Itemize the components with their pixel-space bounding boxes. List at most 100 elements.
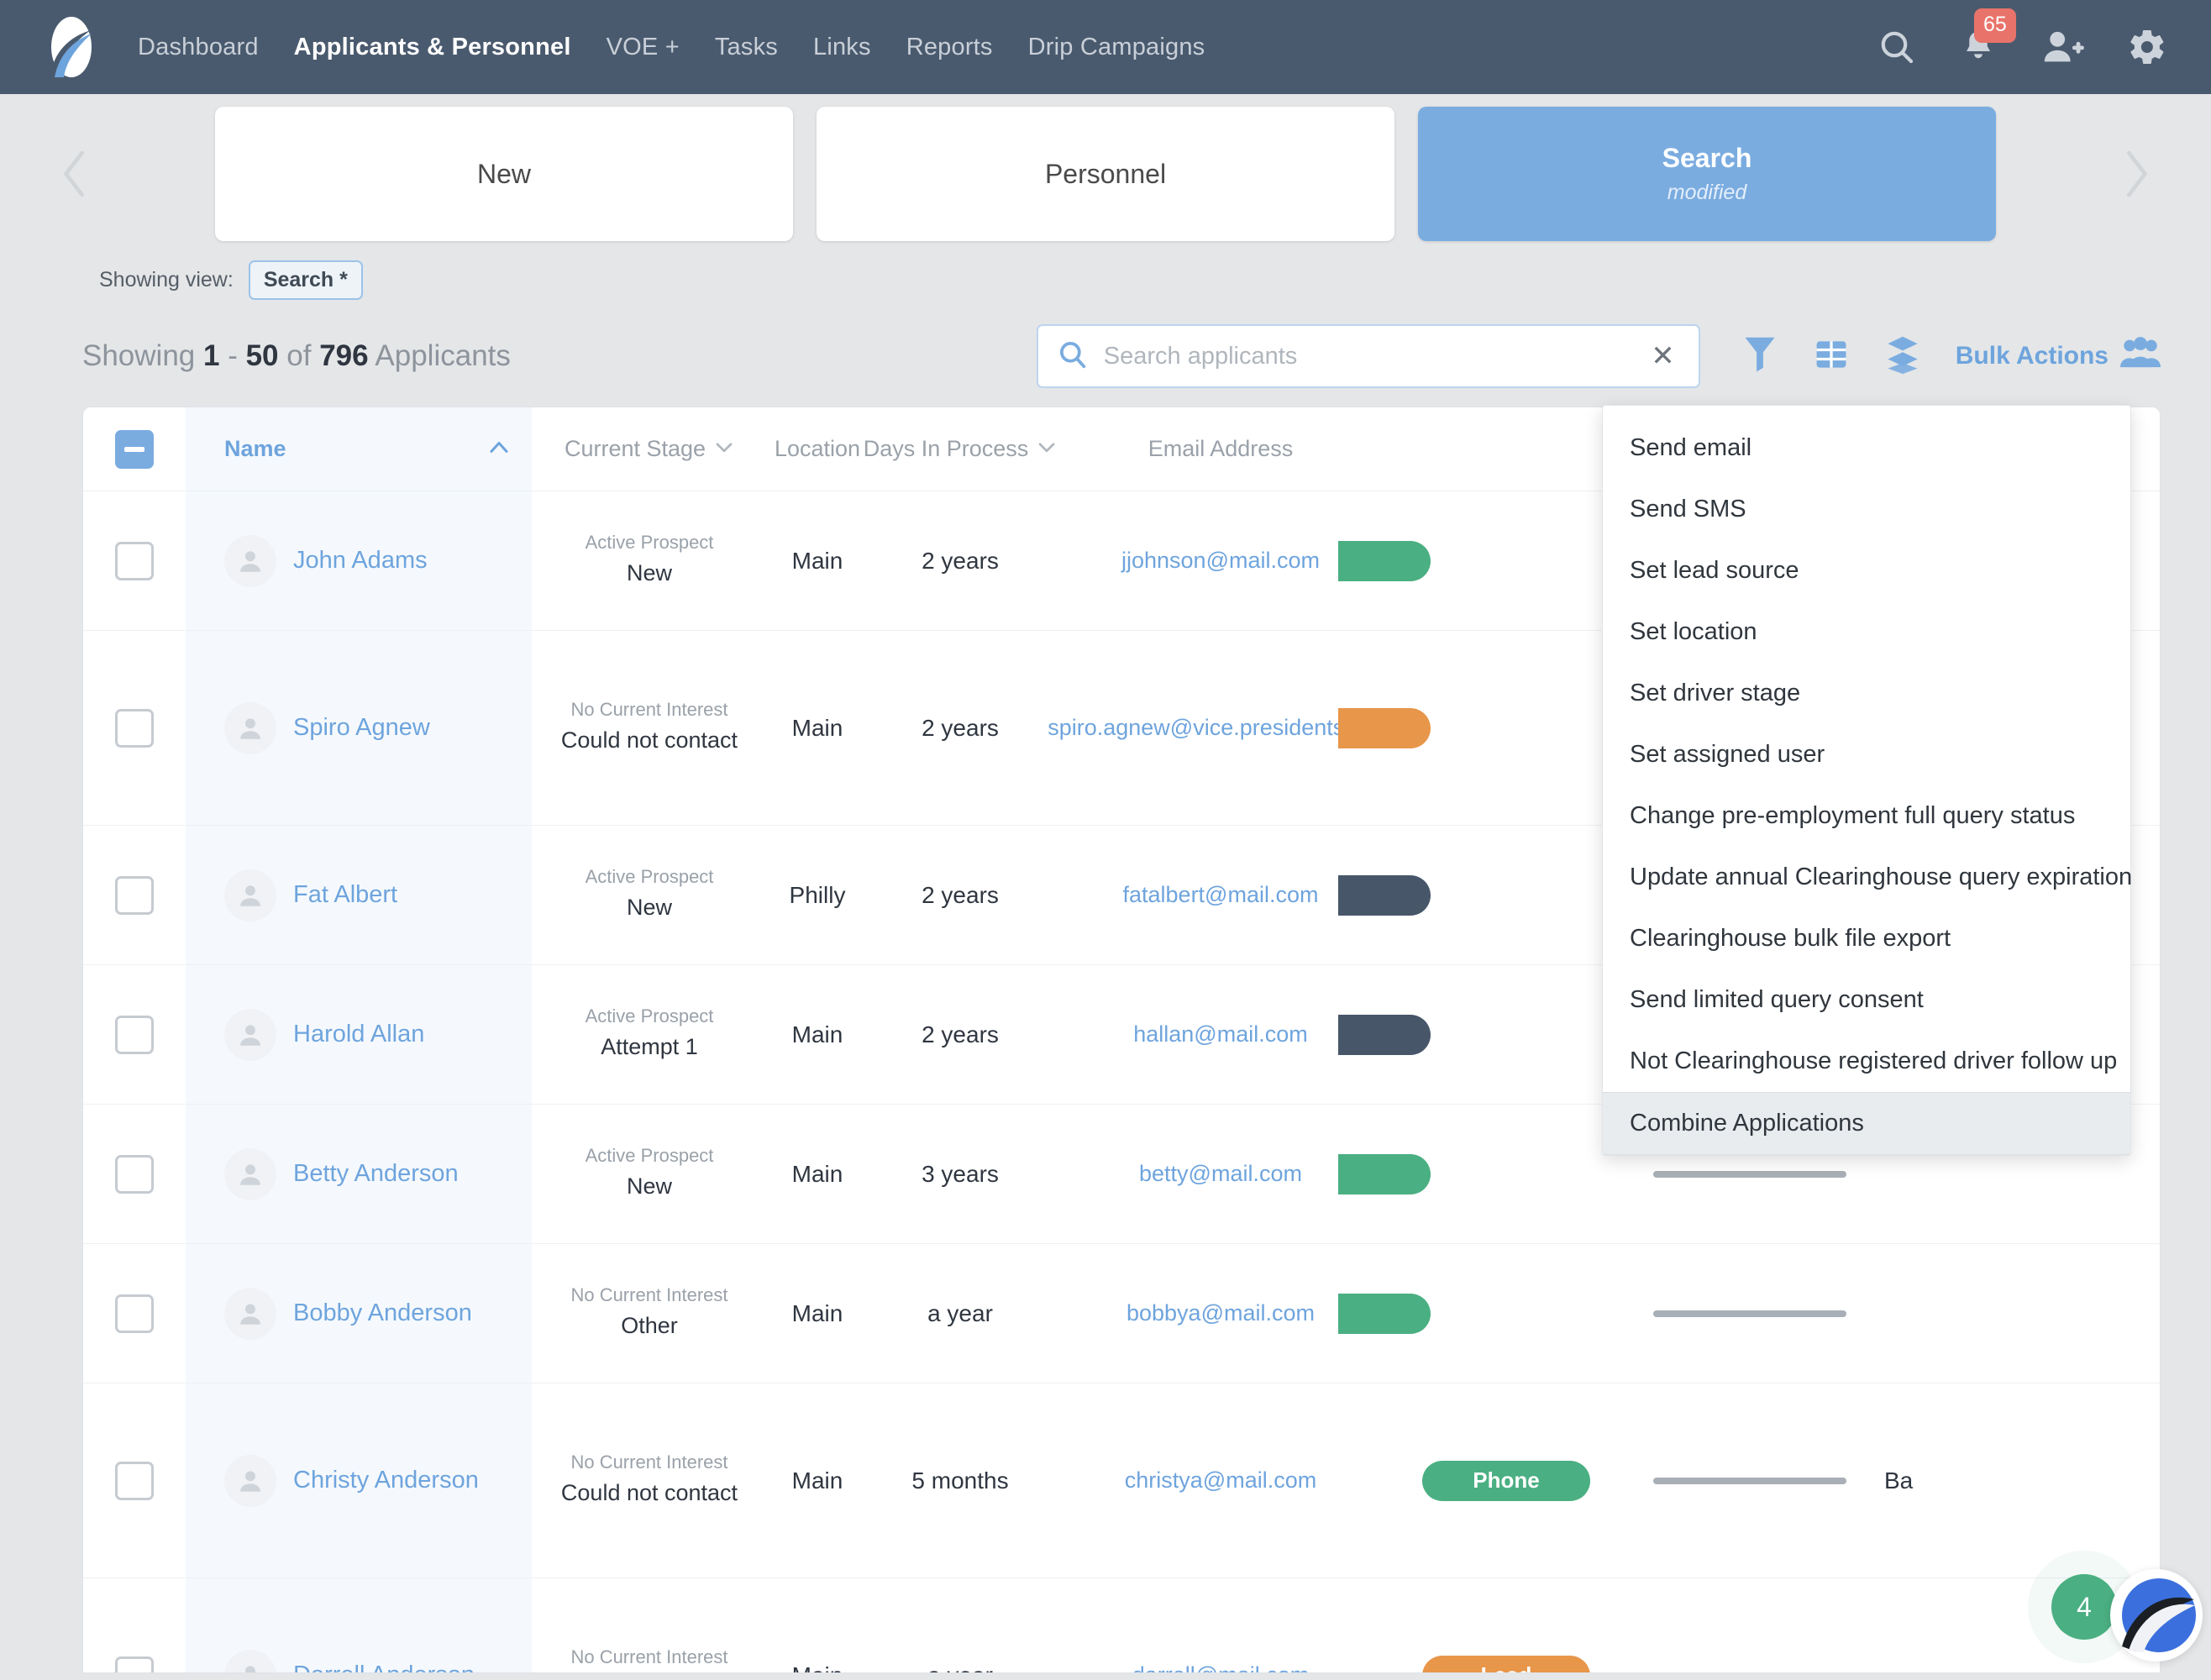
header-cell-current-stage[interactable]: Current Stage — [532, 407, 767, 491]
row-stage-cell: Active Prospect New — [532, 826, 767, 964]
row-checkbox[interactable] — [115, 708, 154, 748]
avatar — [224, 1008, 276, 1061]
of-word: of — [286, 339, 312, 372]
location-value: Main — [791, 714, 843, 741]
table-columns-icon[interactable] — [1813, 336, 1850, 377]
row-checkbox[interactable] — [115, 1154, 154, 1194]
results-count: Showing 1 - 50 of 796 Applicants — [82, 339, 511, 373]
row-select-cell — [83, 1578, 186, 1672]
clear-search-icon[interactable]: ✕ — [1646, 342, 1680, 370]
days-value: 3 years — [922, 1160, 999, 1187]
active-view-chip[interactable]: Search * — [248, 260, 363, 300]
top-navbar: Dashboard Applicants & Personnel VOE + T… — [0, 0, 2211, 94]
avatar — [224, 701, 276, 754]
menu-item-set-lead-source[interactable]: Set lead source — [1603, 540, 2130, 601]
tenstreet-logo-icon[interactable] — [44, 15, 99, 79]
search-input-icon — [1057, 339, 1089, 375]
applicant-name-link[interactable]: Betty Anderson — [293, 1160, 459, 1188]
row-name-cell: Darrell Anderson — [186, 1578, 532, 1672]
table-row[interactable]: Darrell Anderson No Current Interest Cou… — [83, 1578, 2160, 1672]
tab-search[interactable]: Search modified — [1418, 107, 1996, 241]
add-user-icon[interactable] — [2040, 27, 2085, 67]
row-select-cell — [83, 1383, 186, 1578]
table-row[interactable]: Bobby Anderson No Current Interest Other… — [83, 1244, 2160, 1383]
row-checkbox[interactable] — [115, 1294, 154, 1333]
menu-item-send-limited-query-consent[interactable]: Send limited query consent — [1603, 969, 2130, 1031]
row-checkbox[interactable] — [115, 1461, 154, 1500]
navbar-actions: 65 — [1877, 8, 2167, 67]
stage-value: New — [626, 560, 672, 586]
row-location-cell: Main — [767, 965, 868, 1104]
search-box[interactable]: ✕ — [1036, 324, 1700, 388]
email-link[interactable]: christya@mail.com — [1125, 1467, 1316, 1494]
header-cell-name[interactable]: Name — [186, 407, 532, 491]
bulk-actions-button[interactable]: Bulk Actions — [1956, 336, 2161, 376]
applicant-name-link[interactable]: Christy Anderson — [293, 1467, 479, 1494]
row-status-cell — [1338, 491, 1624, 630]
menu-item-set-driver-stage[interactable]: Set driver stage — [1603, 663, 2130, 724]
row-name-cell: John Adams — [186, 491, 532, 630]
filter-icon[interactable] — [1742, 334, 1778, 379]
row-checkbox[interactable] — [115, 541, 154, 580]
tab-personnel[interactable]: Personnel — [817, 107, 1394, 241]
row-name-cell: Bobby Anderson — [186, 1244, 532, 1383]
email-link[interactable]: jjohnson@mail.com — [1121, 548, 1320, 574]
applicant-name-link[interactable]: Bobby Anderson — [293, 1299, 472, 1327]
nav-link-dashboard[interactable]: Dashboard — [138, 34, 259, 61]
chat-widget[interactable]: 4 — [2035, 1541, 2203, 1675]
table-row[interactable]: Christy Anderson No Current Interest Cou… — [83, 1383, 2160, 1578]
nav-link-links[interactable]: Links — [813, 34, 871, 61]
applicant-name-link[interactable]: Spiro Agnew — [293, 714, 430, 742]
status-badge — [1338, 707, 1431, 748]
progress-bar — [1653, 1310, 1846, 1317]
email-link[interactable]: darrell@mail.com — [1132, 1662, 1309, 1672]
menu-item-send-sms[interactable]: Send SMS — [1603, 479, 2130, 540]
nav-link-reports[interactable]: Reports — [906, 34, 993, 61]
nav-link-voe[interactable]: VOE + — [607, 34, 680, 61]
header-label-location: Location — [774, 436, 861, 461]
email-link[interactable]: hallan@mail.com — [1133, 1021, 1307, 1047]
row-name-cell: Harold Allan — [186, 965, 532, 1104]
sort-asc-icon — [488, 439, 510, 459]
row-email-cell: darrell@mail.com — [1053, 1578, 1389, 1672]
menu-item-set-assigned-user[interactable]: Set assigned user — [1603, 724, 2130, 785]
row-checkbox[interactable] — [115, 1015, 154, 1054]
avatar — [224, 1649, 276, 1672]
header-cell-location[interactable]: Location — [767, 407, 868, 491]
menu-item-set-location[interactable]: Set location — [1603, 601, 2130, 663]
nav-link-tasks[interactable]: Tasks — [715, 34, 778, 61]
applicant-name-link[interactable]: Harold Allan — [293, 1021, 424, 1048]
search-input[interactable] — [1103, 342, 1631, 370]
menu-item-combine-applications[interactable]: Combine Applications — [1603, 1092, 2130, 1155]
select-all-checkbox[interactable] — [115, 429, 154, 469]
row-checkbox[interactable] — [115, 1656, 154, 1672]
menu-item-not-clearinghouse-registered-driver-follow-up[interactable]: Not Clearinghouse registered driver foll… — [1603, 1031, 2130, 1092]
applicant-name-link[interactable]: Darrell Anderson — [293, 1662, 475, 1672]
row-stage-cell: Active Prospect New — [532, 491, 767, 630]
search-icon[interactable] — [1877, 27, 1917, 67]
tab-new[interactable]: New — [215, 107, 793, 241]
header-cell-days-in-process[interactable]: Days In Process — [864, 407, 1055, 491]
stage-category: No Current Interest — [570, 698, 728, 720]
email-link[interactable]: bobbya@mail.com — [1127, 1300, 1315, 1326]
nav-link-drip-campaigns[interactable]: Drip Campaigns — [1028, 34, 1205, 61]
chat-logo-icon[interactable] — [2110, 1569, 2203, 1662]
menu-item-update-annual-clearinghouse-query-expiration[interactable]: Update annual Clearinghouse query expira… — [1603, 847, 2132, 908]
email-link[interactable]: betty@mail.com — [1139, 1161, 1302, 1187]
row-checkbox[interactable] — [115, 875, 154, 915]
email-link[interactable]: fatalbert@mail.com — [1123, 882, 1319, 908]
menu-item-change-pre-employment-full-query-status[interactable]: Change pre-employment full query status — [1603, 785, 2130, 847]
menu-item-clearinghouse-bulk-file-export[interactable]: Clearinghouse bulk file export — [1603, 908, 2130, 969]
layers-icon[interactable] — [1885, 334, 1920, 379]
row-status-cell — [1338, 826, 1624, 964]
chevron-right-icon[interactable] — [2110, 144, 2161, 203]
chevron-left-icon[interactable] — [50, 144, 101, 203]
row-progress-cell — [1624, 1578, 1876, 1672]
gear-icon[interactable] — [2127, 27, 2167, 67]
applicant-name-link[interactable]: John Adams — [293, 547, 428, 575]
nav-link-applicants-personnel[interactable]: Applicants & Personnel — [294, 34, 571, 61]
menu-item-send-email[interactable]: Send email — [1603, 417, 2130, 479]
header-cell-email-address[interactable]: Email Address — [1053, 407, 1389, 491]
bell-icon[interactable]: 65 — [1959, 8, 2016, 67]
applicant-name-link[interactable]: Fat Albert — [293, 881, 397, 909]
